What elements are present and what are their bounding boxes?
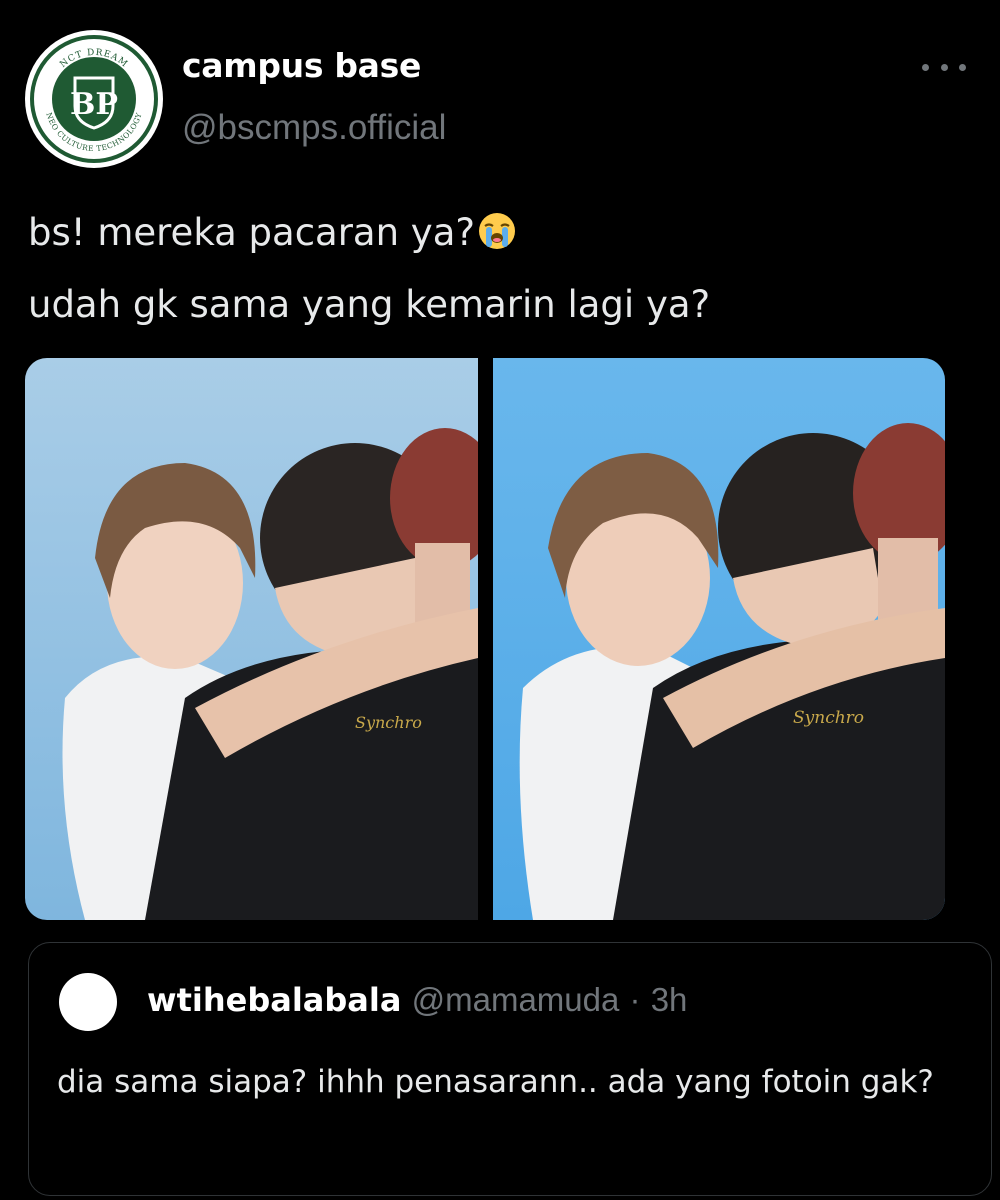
photo-2[interactable]: Synchro <box>493 358 945 920</box>
quoted-meta: wtihebalabala @mamamuda · 3h <box>147 981 687 1019</box>
quoted-timestamp[interactable]: 3h <box>651 981 688 1018</box>
quoted-separator: · <box>629 981 641 1018</box>
tweet-text-line-1: bs! mereka pacaran ya? <box>28 211 476 254</box>
author-display-name[interactable]: campus base <box>182 46 421 85</box>
tweet-text-line-2: udah gk sama yang kemarin lagi ya? <box>28 283 711 326</box>
quoted-handle[interactable]: @mamamuda <box>412 981 620 1018</box>
tweet-text: bs! mereka pacaran ya? udah gk sama yang… <box>28 200 978 338</box>
media-grid[interactable]: Synchro Synchro <box>25 358 945 920</box>
more-options-icon[interactable] <box>922 52 966 82</box>
crest-logo-icon: NCT DREAM NEO CULTURE TECHNOLOGY BP <box>30 35 158 163</box>
quoted-text: dia sama siapa? ihhh penasarann.. ada ya… <box>57 1064 934 1100</box>
tweet-card[interactable]: NCT DREAM NEO CULTURE TECHNOLOGY BP camp… <box>0 0 1000 1200</box>
author-handle[interactable]: @bscmps.official <box>182 108 446 148</box>
quoted-display-name[interactable]: wtihebalabala <box>147 981 401 1019</box>
loudly-crying-face-icon <box>477 206 517 272</box>
svg-text:Synchro: Synchro <box>793 708 864 728</box>
tweet-text-line: bs! mereka pacaran ya? <box>28 200 978 272</box>
quoted-tweet[interactable]: wtihebalabala @mamamuda · 3h dia sama si… <box>28 942 992 1196</box>
profile-avatar[interactable]: NCT DREAM NEO CULTURE TECHNOLOGY BP <box>25 30 163 168</box>
photo-1[interactable]: Synchro <box>25 358 478 920</box>
svg-text:Synchro: Synchro <box>355 713 422 732</box>
quoted-avatar[interactable] <box>59 973 117 1031</box>
svg-text:BP: BP <box>70 87 118 122</box>
